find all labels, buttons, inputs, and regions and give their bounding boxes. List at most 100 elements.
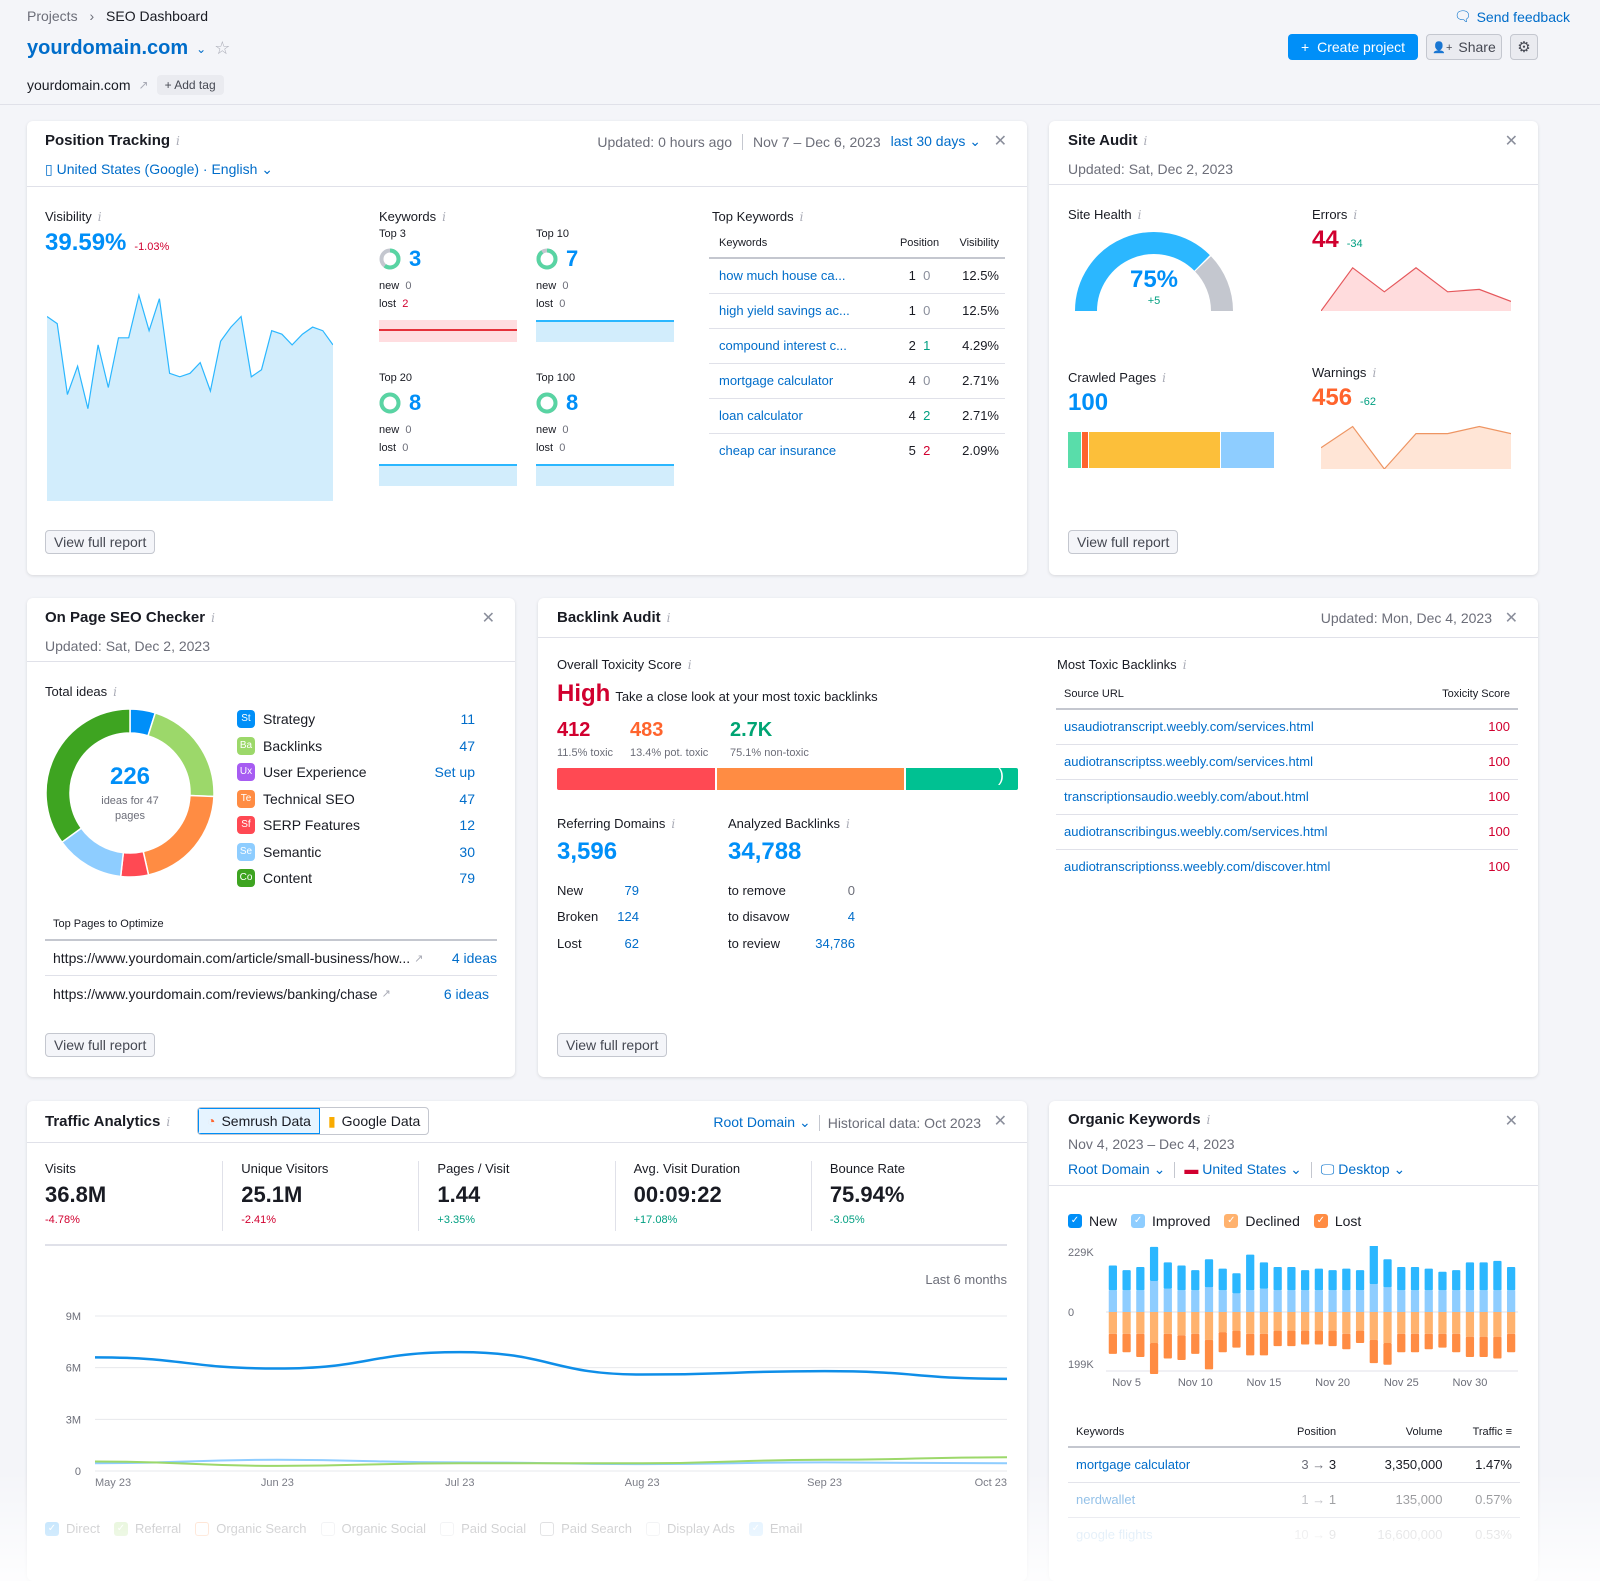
- keyword-link[interactable]: mortgage calculator: [1068, 1446, 1268, 1482]
- add-tag-button[interactable]: + Add tag: [156, 75, 224, 95]
- period-selector[interactable]: last 30 days ⌄: [891, 133, 981, 150]
- info-icon[interactable]: i: [846, 817, 850, 831]
- share-button[interactable]: 👤+ Share: [1426, 34, 1502, 60]
- legend-item[interactable]: Organic Social: [320, 1521, 426, 1536]
- checkbox-icon[interactable]: ✓: [1224, 1214, 1239, 1228]
- keyword-link[interactable]: mortgage calculator: [709, 362, 894, 398]
- external-link-icon[interactable]: ↗: [139, 78, 149, 92]
- legend-item[interactable]: Display Ads: [645, 1521, 735, 1536]
- keyword-link[interactable]: high yield savings ac...: [709, 292, 894, 328]
- keyword-link[interactable]: nerdwallet: [1068, 1481, 1268, 1517]
- scope-selector[interactable]: Root Domain ⌄: [1068, 1161, 1165, 1178]
- checkbox-icon[interactable]: [440, 1521, 455, 1536]
- toxic-url-link[interactable]: transcriptionsaudio.weebly.com/about.htm…: [1056, 778, 1418, 814]
- category-item[interactable]: Se Semantic 30: [237, 839, 475, 866]
- close-icon[interactable]: ✕: [1505, 131, 1518, 151]
- analyzed-row-value[interactable]: 4: [848, 909, 855, 924]
- info-icon[interactable]: i: [1138, 208, 1142, 222]
- legend-item[interactable]: ✓ Improved: [1131, 1213, 1210, 1229]
- info-icon[interactable]: i: [1183, 658, 1187, 672]
- category-value[interactable]: 47: [459, 791, 475, 807]
- send-feedback-link[interactable]: 🗨 Send feedback: [1454, 8, 1570, 25]
- domain-link[interactable]: yourdomain.com: [27, 77, 131, 93]
- info-icon[interactable]: i: [211, 611, 215, 625]
- create-project-button[interactable]: + Create project: [1288, 34, 1418, 60]
- keyword-link[interactable]: loan calculator: [709, 397, 894, 433]
- star-icon[interactable]: ☆: [214, 38, 230, 59]
- info-icon[interactable]: i: [113, 685, 117, 699]
- info-icon[interactable]: i: [98, 210, 102, 224]
- legend-item[interactable]: ✓ Lost: [1313, 1213, 1361, 1229]
- tab-google-data[interactable]: ▮ Google Data: [320, 1108, 428, 1134]
- info-icon[interactable]: i: [671, 817, 675, 831]
- category-item[interactable]: Te Technical SEO 47: [237, 786, 475, 813]
- checkbox-icon[interactable]: ✓: [113, 1521, 128, 1536]
- scope-selector[interactable]: Root Domain ⌄: [713, 1114, 810, 1131]
- view-full-report-button[interactable]: View full report: [45, 530, 156, 554]
- legend-item[interactable]: ✓ New: [1068, 1213, 1117, 1229]
- toxic-url-link[interactable]: audiotranscriptionss.weebly.com/discover…: [1056, 848, 1418, 884]
- category-value[interactable]: 47: [459, 738, 475, 754]
- info-icon[interactable]: i: [1162, 371, 1166, 385]
- info-icon[interactable]: i: [176, 134, 180, 148]
- col-traffic[interactable]: Traffic ≡: [1442, 1426, 1520, 1448]
- checkbox-icon[interactable]: ✓: [1068, 1214, 1082, 1228]
- checkbox-icon[interactable]: ✓: [1131, 1214, 1146, 1228]
- category-value[interactable]: 30: [459, 844, 475, 860]
- close-icon[interactable]: ✕: [1505, 1111, 1518, 1131]
- close-icon[interactable]: ✕: [994, 131, 1007, 151]
- keyword-link[interactable]: cheap car insurance: [709, 432, 894, 468]
- external-link-icon[interactable]: ↗: [381, 987, 390, 1000]
- ref-row-value[interactable]: 79: [625, 883, 639, 898]
- toxic-url-link[interactable]: audiotranscriptss.weebly.com/services.ht…: [1056, 743, 1418, 779]
- info-icon[interactable]: i: [442, 210, 446, 224]
- category-item[interactable]: Co Content 79: [237, 865, 475, 892]
- page-ideas-link[interactable]: 4 ideas: [452, 950, 497, 966]
- legend-item[interactable]: ✓ Referral: [113, 1521, 181, 1536]
- ref-row-value[interactable]: 124: [617, 909, 639, 924]
- view-full-report-button[interactable]: View full report: [1068, 530, 1179, 554]
- keyword-link[interactable]: how much house ca...: [709, 257, 894, 293]
- checkbox-icon[interactable]: [645, 1521, 660, 1536]
- keyword-link[interactable]: compound interest c...: [709, 327, 894, 363]
- external-link-icon[interactable]: ↗: [414, 952, 423, 965]
- info-icon[interactable]: i: [667, 611, 671, 625]
- legend-item[interactable]: Paid Search: [540, 1521, 632, 1536]
- device-selector[interactable]: 🖵 Desktop ⌄: [1321, 1161, 1405, 1178]
- view-full-report-button[interactable]: View full report: [45, 1033, 156, 1057]
- info-icon[interactable]: i: [1372, 366, 1376, 380]
- page-url[interactable]: https://www.yourdomain.com/reviews/banki…: [53, 986, 377, 1002]
- checkbox-icon[interactable]: ✓: [1313, 1214, 1328, 1228]
- info-icon[interactable]: i: [1207, 1113, 1211, 1127]
- location-selector[interactable]: ▯ United States (Google) · English ⌄: [45, 161, 273, 178]
- breadcrumb-projects[interactable]: Projects: [27, 8, 78, 24]
- domain-title[interactable]: yourdomain.com: [27, 37, 188, 60]
- category-item[interactable]: Ba Backlinks 47: [237, 733, 475, 760]
- legend-item[interactable]: ✓ Declined: [1224, 1213, 1300, 1229]
- category-value[interactable]: 11: [460, 711, 475, 727]
- page-url[interactable]: https://www.yourdomain.com/article/small…: [53, 950, 410, 966]
- checkbox-icon[interactable]: [540, 1521, 555, 1536]
- legend-item[interactable]: ✓ Email: [748, 1521, 802, 1536]
- keyword-link[interactable]: google flights: [1068, 1516, 1268, 1552]
- tab-semrush-data[interactable]: ◔ Semrush Data: [198, 1108, 320, 1134]
- info-icon[interactable]: i: [688, 658, 692, 672]
- legend-item[interactable]: Paid Social: [440, 1521, 526, 1536]
- category-item[interactable]: St Strategy 11: [237, 706, 475, 733]
- category-value[interactable]: 12: [459, 817, 475, 833]
- settings-button[interactable]: ⚙: [1510, 34, 1538, 60]
- info-icon[interactable]: i: [166, 1115, 170, 1129]
- chevron-down-icon[interactable]: ⌄: [196, 42, 206, 56]
- category-item[interactable]: Sf SERP Features 12: [237, 812, 475, 839]
- ref-row-value[interactable]: 62: [625, 936, 639, 951]
- info-icon[interactable]: i: [800, 210, 804, 224]
- analyzed-row-value[interactable]: 34,786: [815, 936, 855, 951]
- close-icon[interactable]: ✕: [482, 608, 495, 628]
- toxic-url-link[interactable]: audiotranscribingus.weebly.com/services.…: [1056, 813, 1418, 849]
- donut-slice-serp-features[interactable]: [119, 850, 150, 878]
- info-icon[interactable]: i: [1353, 208, 1357, 222]
- toxic-url-link[interactable]: usaudiotranscript.weebly.com/services.ht…: [1056, 708, 1418, 744]
- analyzed-row-value[interactable]: 0: [848, 883, 855, 898]
- legend-item[interactable]: ✓ Direct: [45, 1521, 100, 1536]
- checkbox-icon[interactable]: [195, 1521, 210, 1536]
